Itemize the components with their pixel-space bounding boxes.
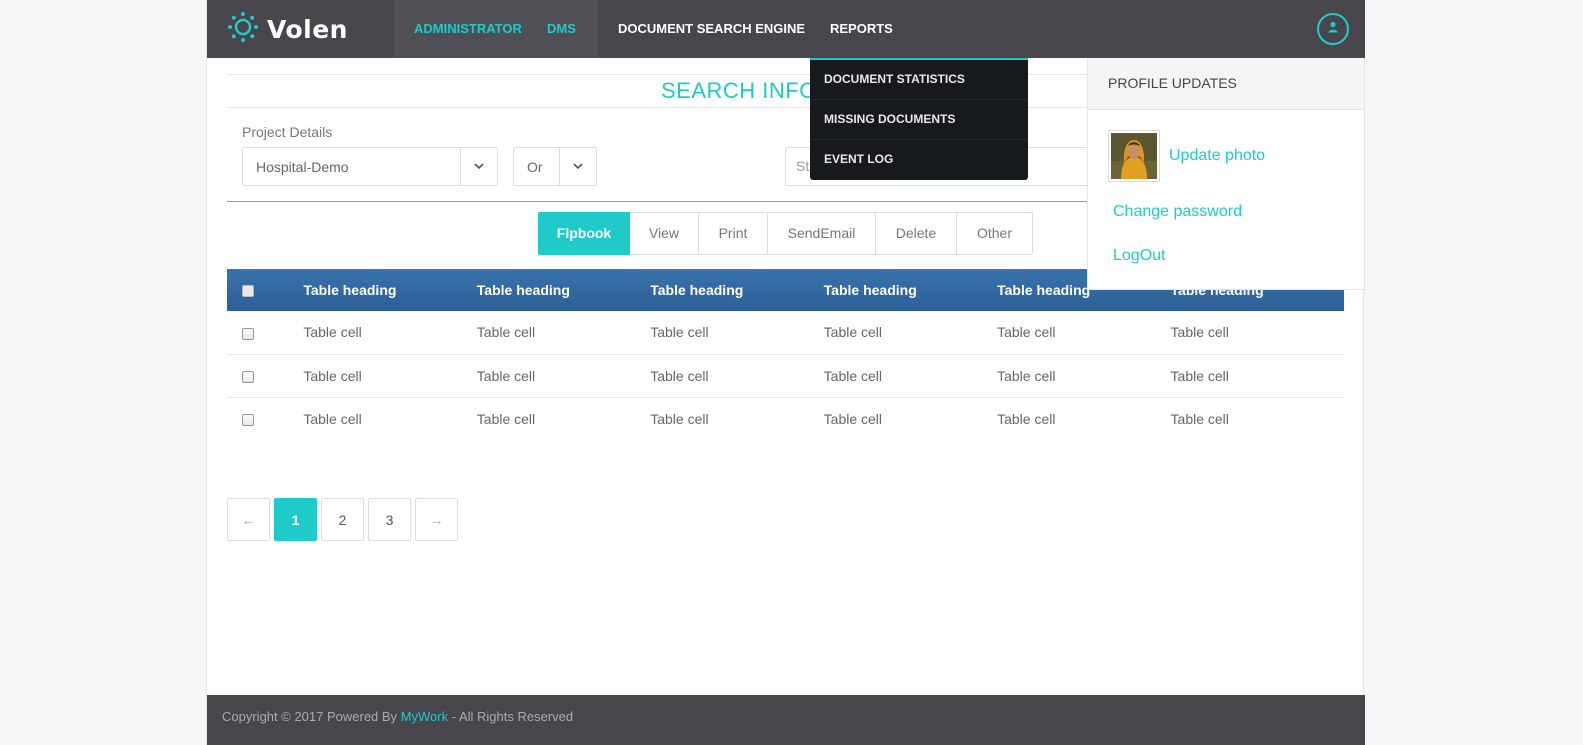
- profile-panel-title: PROFILE UPDATES: [1088, 58, 1364, 110]
- prev-page-button[interactable]: ←: [227, 498, 270, 541]
- footer: Copyright © 2017 Powered By MyWork - All…: [207, 695, 1365, 745]
- table-cell: Table cell: [1170, 410, 1229, 427]
- profile-button[interactable]: [1317, 13, 1349, 45]
- action-button-group: Flpbook View Print SendEmail Delete Othe…: [538, 212, 1033, 255]
- row-checkbox[interactable]: [242, 370, 254, 383]
- profile-panel: PROFILE UPDATES Update photo Change pass…: [1087, 58, 1365, 290]
- table-row[interactable]: Table cell Table cell Table cell Table c…: [227, 311, 1344, 355]
- table-cell: Table cell: [997, 311, 1171, 355]
- table-heading[interactable]: Table heading: [303, 269, 476, 311]
- row-checkbox[interactable]: [242, 327, 254, 340]
- table-cell: Table cell: [650, 311, 824, 355]
- table-heading[interactable]: Table heading: [824, 269, 997, 311]
- table-cell: Table cell: [997, 410, 1056, 427]
- next-page-button[interactable]: →: [415, 498, 458, 541]
- table-cell: Table cell: [823, 410, 883, 427]
- menu-item-event-log[interactable]: EVENT LOG: [810, 140, 1028, 180]
- change-password-link[interactable]: Change password: [1113, 203, 1242, 221]
- table-cell: Table cell: [303, 311, 477, 355]
- table-row[interactable]: Table cell Table cell Table cell Table c…: [227, 354, 1344, 398]
- page-button-2[interactable]: 2: [321, 498, 364, 541]
- flipbook-button[interactable]: Flpbook: [538, 212, 630, 255]
- project-select[interactable]: Hospital-Demo: [242, 147, 498, 186]
- table-cell: Table cell: [997, 354, 1171, 398]
- select-all-checkbox[interactable]: [242, 285, 254, 298]
- row-checkbox[interactable]: [242, 414, 254, 427]
- table-cell: Table cell: [1170, 311, 1344, 355]
- top-navbar: Volen ADMINISTRATOR DMS DOCUMENT SEARCH …: [207, 0, 1365, 58]
- other-button[interactable]: Other: [957, 212, 1033, 255]
- table-cell: Table cell: [650, 410, 709, 427]
- page-container: Volen ADMINISTRATOR DMS DOCUMENT SEARCH …: [206, 0, 1365, 745]
- avatar[interactable]: [1108, 130, 1160, 182]
- update-photo-link[interactable]: Update photo: [1169, 147, 1265, 165]
- sun-logo-icon: [227, 11, 259, 48]
- search-title: SEARCH INFO: [661, 78, 817, 103]
- arrow-right-icon: →: [429, 511, 444, 528]
- project-select-value: Hospital-Demo: [256, 158, 349, 175]
- table-cell: Table cell: [476, 311, 651, 355]
- table-cell: Table cell: [650, 354, 824, 398]
- table-row[interactable]: Table cell Table cell Table cell Table c…: [227, 397, 1344, 440]
- table-cell: Table cell: [823, 311, 998, 355]
- table-cell: Table cell: [823, 354, 998, 398]
- print-button[interactable]: Print: [699, 212, 768, 255]
- operator-select-value: Or: [527, 158, 543, 175]
- nav-administrator[interactable]: ADMINISTRATOR: [394, 0, 530, 58]
- copyright-text: Copyright © 2017 Powered By: [222, 709, 401, 724]
- table-cell: Table cell: [303, 354, 477, 398]
- logout-link[interactable]: LogOut: [1113, 247, 1165, 265]
- pagination: ← 1 2 3 →: [227, 498, 462, 541]
- brand-name: Volen: [267, 14, 348, 44]
- nav-dms[interactable]: DMS: [530, 0, 598, 58]
- chevron-down-icon[interactable]: [559, 148, 596, 185]
- table-cell: Table cell: [476, 410, 536, 427]
- table-heading[interactable]: Table heading: [650, 269, 823, 311]
- project-details-label: Project Details: [242, 124, 333, 140]
- page-button-1[interactable]: 1: [274, 498, 317, 541]
- rights-text: - All Rights Reserved: [448, 709, 574, 724]
- table-heading[interactable]: Table heading: [477, 269, 650, 311]
- table-cell: Table cell: [1170, 354, 1344, 398]
- reports-dropdown: DOCUMENT STATISTICS MISSING DOCUMENTS EV…: [810, 58, 1028, 180]
- menu-item-missing-documents[interactable]: MISSING DOCUMENTS: [810, 100, 1028, 140]
- menu-item-document-statistics[interactable]: DOCUMENT STATISTICS: [810, 60, 1028, 100]
- mywork-link[interactable]: MyWork: [401, 709, 448, 724]
- page-button-3[interactable]: 3: [368, 498, 411, 541]
- nav-reports[interactable]: REPORTS: [810, 0, 913, 58]
- table-cell: Table cell: [303, 410, 362, 427]
- send-email-button[interactable]: SendEmail: [768, 212, 876, 255]
- operator-select[interactable]: Or: [513, 147, 597, 186]
- view-button[interactable]: View: [630, 212, 699, 255]
- brand-logo[interactable]: Volen: [227, 10, 348, 48]
- delete-button[interactable]: Delete: [876, 212, 957, 255]
- arrow-left-icon: ←: [241, 511, 256, 528]
- nav-document-search-engine[interactable]: DOCUMENT SEARCH ENGINE: [598, 0, 825, 58]
- chevron-down-icon[interactable]: [460, 148, 497, 185]
- results-table: Table heading Table heading Table headin…: [227, 269, 1344, 440]
- user-icon: [1326, 20, 1340, 39]
- table-cell: Table cell: [476, 354, 651, 398]
